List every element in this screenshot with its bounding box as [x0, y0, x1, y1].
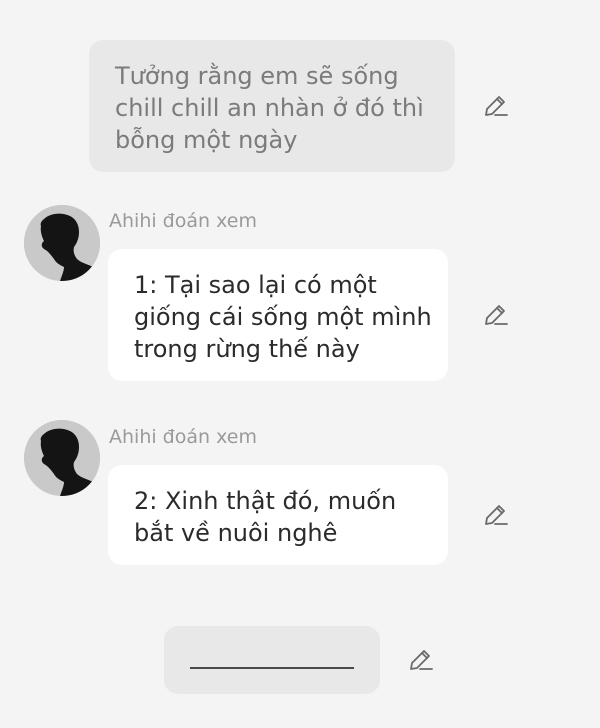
bot-message-text: 1: Tại sao lại có một giống cái sống một…	[134, 271, 432, 363]
edit-pencil-icon[interactable]	[482, 501, 510, 529]
silhouette-icon	[24, 420, 100, 496]
bot-message-text: 2: Xinh thật đó, muốn bắt về nuôi nghê	[134, 487, 397, 547]
bot-message-bubble[interactable]: 1: Tại sao lại có một giống cái sống một…	[108, 249, 448, 381]
silhouette-icon	[24, 205, 100, 281]
user-message-bubble[interactable]: Tưởng rằng em sẽ sống chill chill an nhà…	[89, 40, 455, 172]
user-message-text: Tưởng rằng em sẽ sống chill chill an nhà…	[115, 62, 424, 154]
bot-sender-name: Ahihi đoán xem	[109, 210, 257, 232]
edit-pencil-icon[interactable]	[482, 92, 510, 120]
chat-view: Tưởng rằng em sẽ sống chill chill an nhà…	[0, 0, 600, 728]
bot-message-bubble[interactable]: 2: Xinh thật đó, muốn bắt về nuôi nghê	[108, 465, 448, 565]
bot-avatar	[24, 205, 100, 281]
blank-underline	[190, 667, 354, 669]
edit-pencil-icon[interactable]	[407, 646, 435, 674]
bot-sender-name: Ahihi đoán xem	[109, 426, 257, 448]
bot-avatar	[24, 420, 100, 496]
edit-pencil-icon[interactable]	[482, 301, 510, 329]
user-input-bubble[interactable]	[164, 626, 380, 694]
